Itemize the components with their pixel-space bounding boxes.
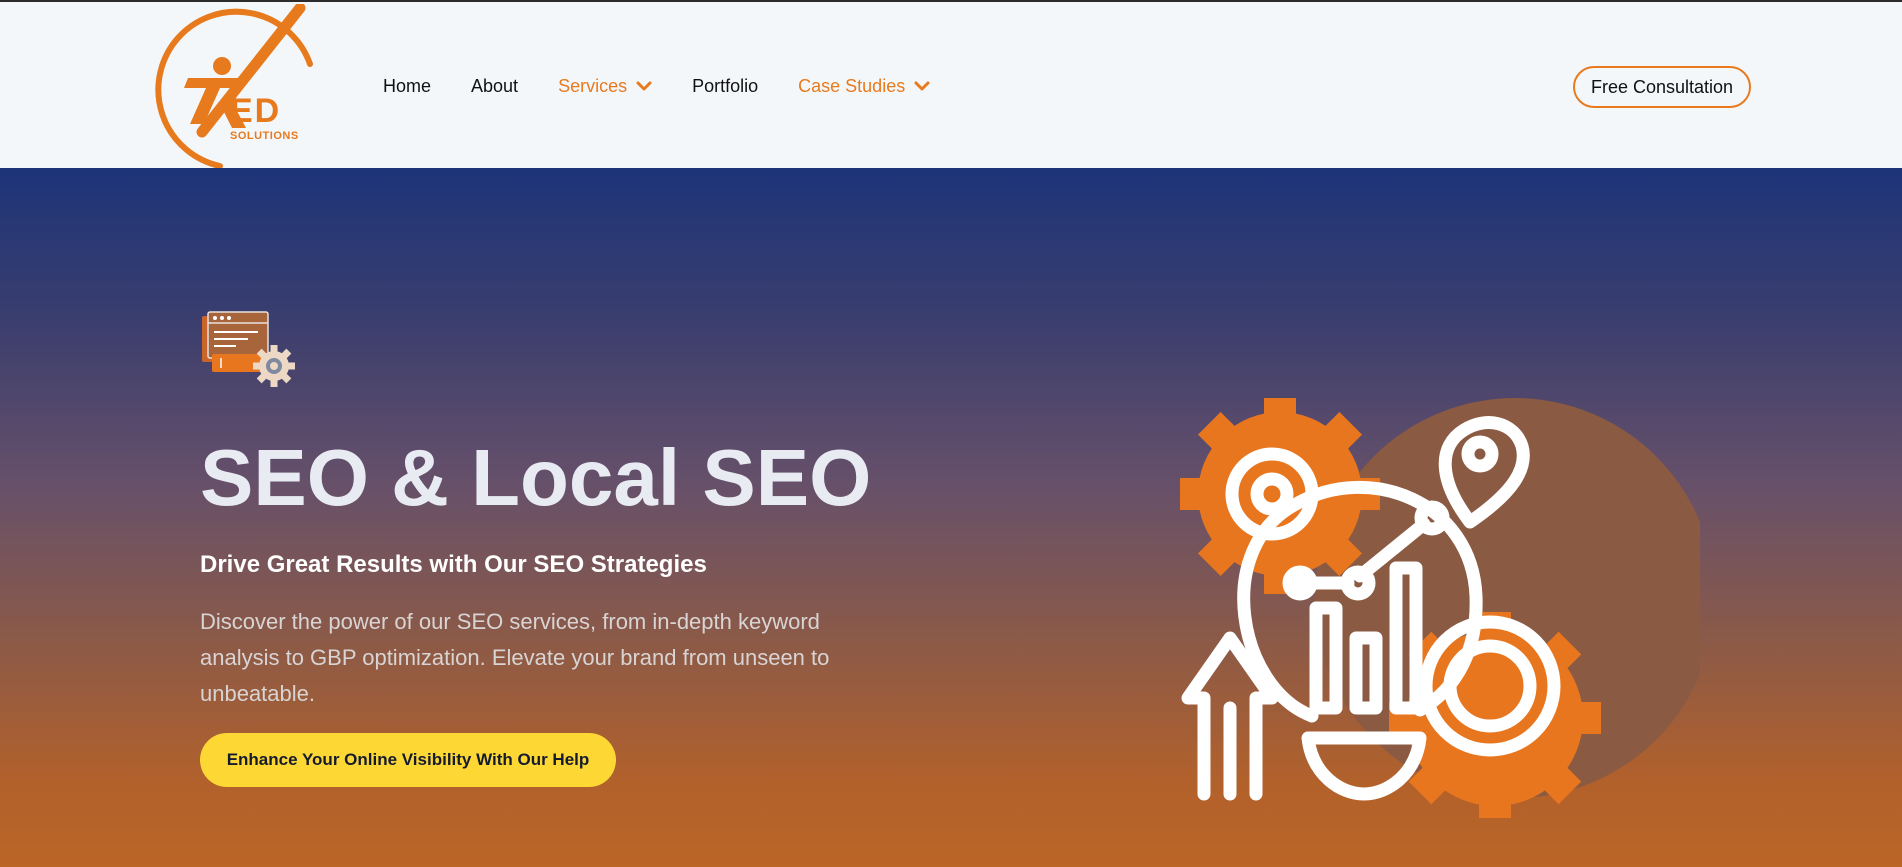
seo-analytics-icon [1180,398,1700,818]
nav-case-studies[interactable]: Case Studies [798,76,930,97]
browser-gear-icon [202,311,295,387]
hero-subtitle: Drive Great Results with Our SEO Strateg… [200,551,707,578]
hero-title: SEO & Local SEO [200,433,872,522]
nav-home[interactable]: Home [383,76,431,97]
chevron-down-icon [636,81,652,91]
nav-services[interactable]: Services [558,76,652,97]
nav-about[interactable]: About [471,76,518,97]
chevron-down-icon [914,81,930,91]
nav-services-label: Services [558,75,628,96]
nav-home-label: Home [383,75,432,96]
free-consultation-button[interactable]: Free Consultation [1573,66,1751,108]
logo-wordmark: ED [230,92,282,130]
enhance-visibility-button[interactable]: Enhance Your Online Visibility With Our … [200,733,616,787]
nav-portfolio-label: Portfolio [692,75,759,96]
hero-description: Discover the power of our SEO services, … [200,609,830,706]
nav-portfolio[interactable]: Portfolio [692,76,758,97]
brand-logo[interactable] [150,2,320,170]
hero-section: SEO & Local SEO Drive Great Results with… [0,168,1902,867]
main-nav: Home About Services Portfolio Case Studi… [383,74,970,98]
site-header: ED SOLUTIONS Home About Services Portfol… [0,0,1902,170]
logo-mark-icon [155,2,313,169]
nav-about-label: About [471,75,519,96]
logo-subtext: SOLUTIONS [230,130,299,142]
nav-case-studies-label: Case Studies [798,75,906,96]
